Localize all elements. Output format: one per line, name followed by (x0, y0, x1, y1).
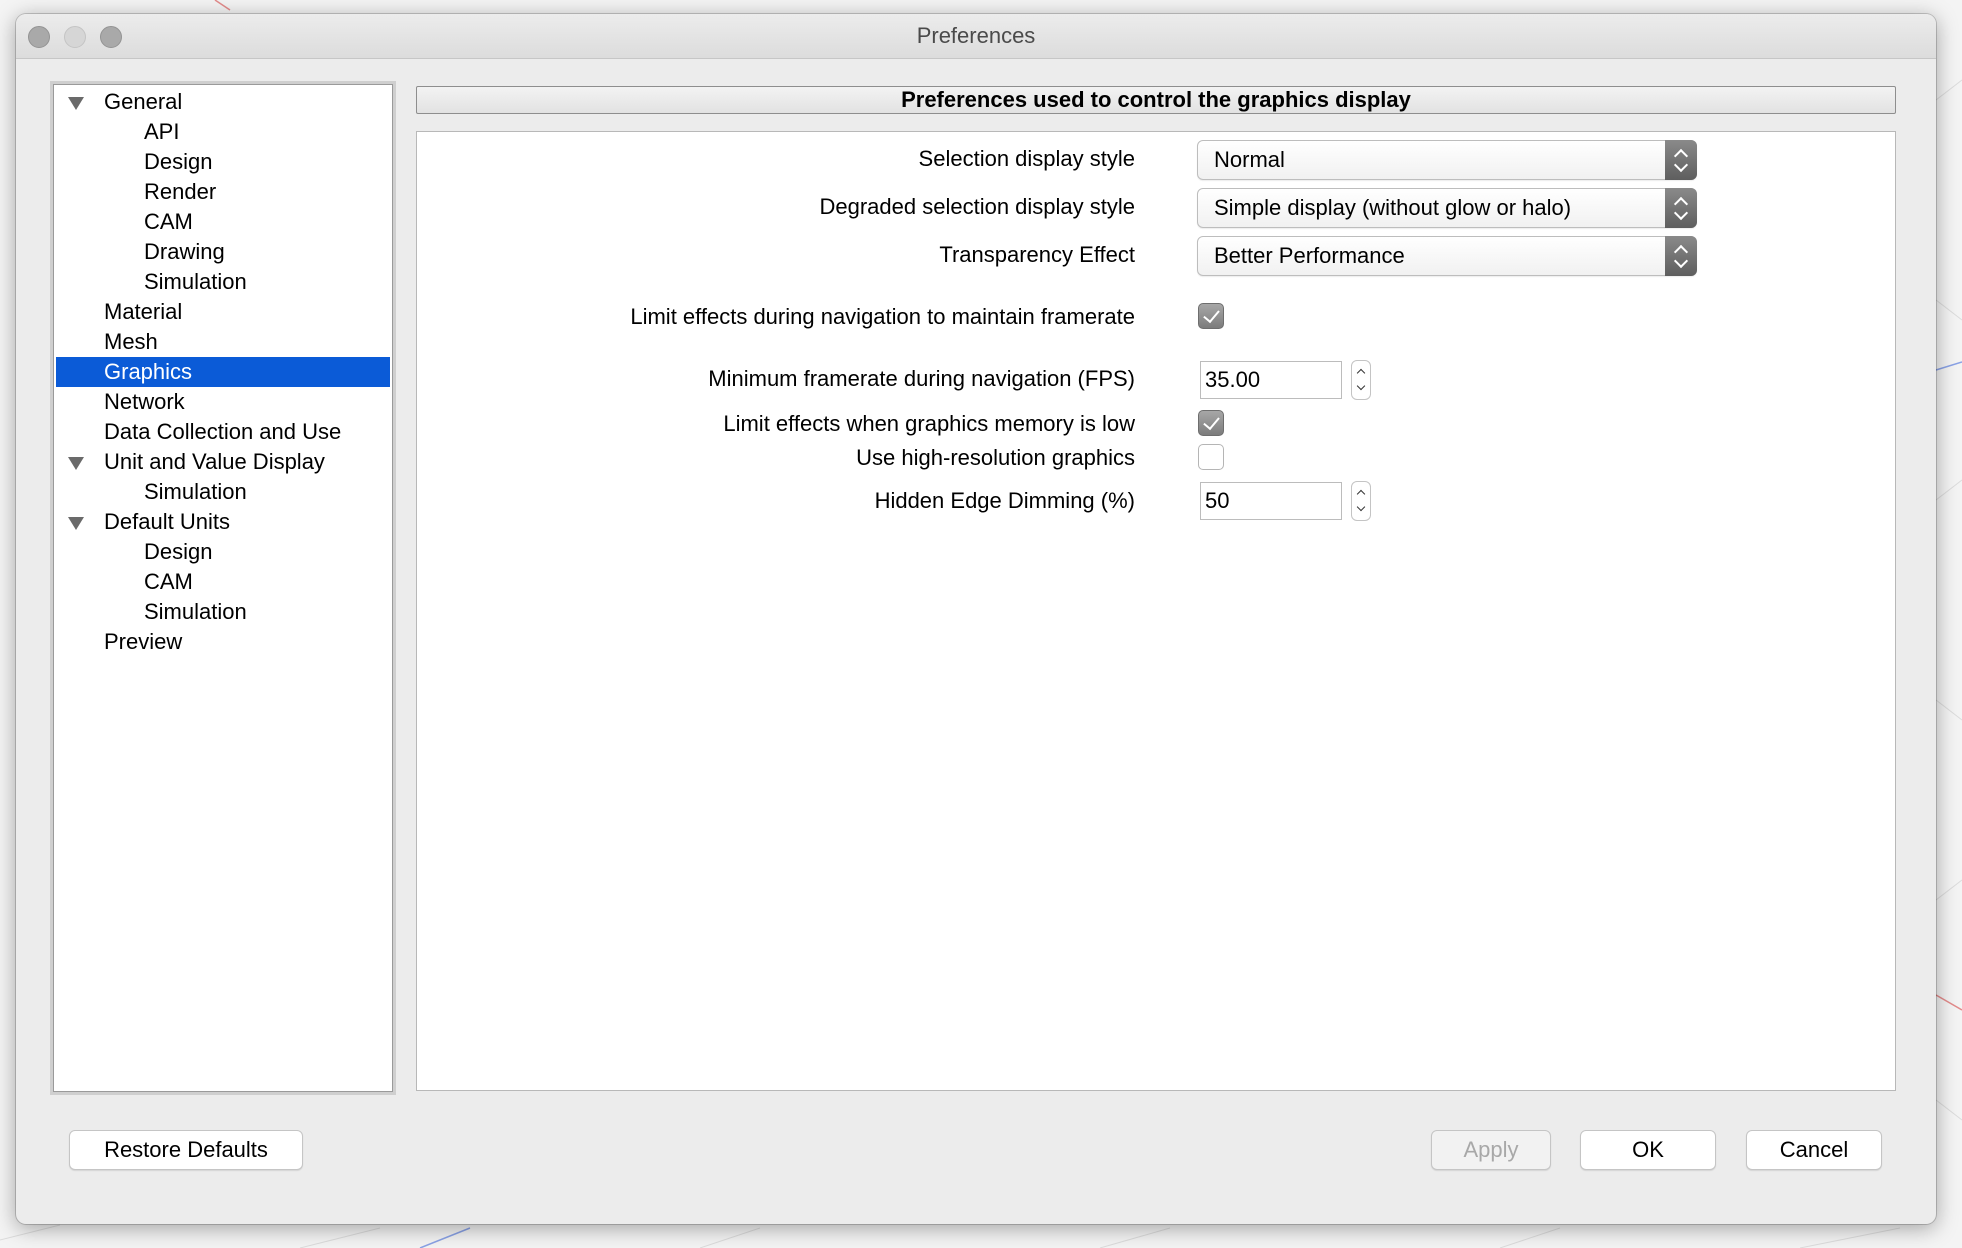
tree-item-label: Render (144, 179, 217, 204)
tree-item[interactable]: Simulation (56, 267, 390, 297)
edge-dimming-label: Hidden Edge Dimming (%) (874, 488, 1135, 513)
tree-item-label: General (104, 89, 183, 114)
disclosure-triangle-icon[interactable] (68, 457, 84, 470)
tree-item-label: Preview (104, 629, 183, 654)
tree-item[interactable]: Design (56, 147, 390, 177)
panel-header: Preferences used to control the graphics… (416, 86, 1896, 114)
min-fps-stepper[interactable] (1351, 360, 1371, 400)
min-fps-label: Minimum framerate during navigation (FPS… (708, 366, 1135, 391)
tree-item-label: Design (144, 539, 213, 564)
high-res-label: Use high-resolution graphics (856, 445, 1135, 470)
restore-defaults-button[interactable]: Restore Defaults (69, 1130, 303, 1170)
disclosure-triangle-icon[interactable] (68, 97, 84, 110)
degraded-style-value: Simple display (without glow or halo) (1214, 195, 1572, 220)
edge-dimming-input[interactable]: 50 (1200, 482, 1342, 520)
tree-item-label: Default Units (104, 509, 230, 534)
tree-item[interactable]: General (56, 87, 390, 117)
title-bar: Preferences (16, 14, 1936, 59)
select-arrows-icon (1665, 236, 1697, 276)
tree-item[interactable]: Material (56, 297, 390, 327)
tree-item[interactable]: Graphics (56, 357, 390, 387)
tree-item[interactable]: Data Collection and Use (56, 417, 390, 447)
selection-style-label: Selection display style (918, 146, 1135, 171)
edge-dimming-stepper[interactable] (1351, 481, 1371, 521)
tree-item-label: Network (104, 389, 185, 414)
tree-item-label: API (144, 119, 180, 144)
tree-item-label: Material (104, 299, 183, 324)
tree-item-label: Unit and Value Display (104, 449, 325, 474)
degraded-style-select[interactable]: Simple display (without glow or halo) (1197, 188, 1697, 228)
select-arrows-icon (1665, 140, 1697, 180)
graphics-settings-panel: Selection display style Normal Degraded … (416, 131, 1896, 1091)
tree-item-label: Drawing (144, 239, 225, 264)
tree-item[interactable]: Default Units (56, 507, 390, 537)
limit-nav-checkbox[interactable] (1198, 303, 1224, 329)
limit-memory-label: Limit effects when graphics memory is lo… (723, 411, 1135, 436)
tree-item[interactable]: Design (56, 537, 390, 567)
ok-button[interactable]: OK (1580, 1130, 1716, 1170)
cancel-button[interactable]: Cancel (1746, 1130, 1882, 1170)
min-fps-input[interactable]: 35.00 (1200, 361, 1342, 399)
limit-memory-checkbox[interactable] (1198, 410, 1224, 436)
tree-item[interactable]: CAM (56, 207, 390, 237)
tree-item-label: Simulation (144, 599, 247, 624)
window-title: Preferences (916, 23, 1036, 48)
high-res-checkbox[interactable] (1198, 444, 1224, 470)
tree-item-label: Simulation (144, 479, 247, 504)
transparency-select[interactable]: Better Performance (1197, 236, 1697, 276)
tree-item[interactable]: Preview (56, 627, 390, 657)
preferences-tree: General API Design Render CAM Drawing Simulati… (50, 81, 396, 1095)
limit-nav-label: Limit effects during navigation to maint… (630, 304, 1135, 329)
selection-style-select[interactable]: Normal (1197, 140, 1697, 180)
disclosure-triangle-icon[interactable] (68, 517, 84, 530)
tree-item-label: Design (144, 149, 213, 174)
transparency-label: Transparency Effect (939, 242, 1135, 267)
tree-item[interactable]: Unit and Value Display (56, 447, 390, 477)
tree-item[interactable]: CAM (56, 567, 390, 597)
tree-item-label: Simulation (144, 269, 247, 294)
tree-item[interactable]: Mesh (56, 327, 390, 357)
tree-item[interactable]: Network (56, 387, 390, 417)
tree-item-label: CAM (144, 209, 193, 234)
tree-item[interactable]: API (56, 117, 390, 147)
tree-item[interactable]: Drawing (56, 237, 390, 267)
degraded-style-label: Degraded selection display style (819, 194, 1135, 219)
tree-item[interactable]: Render (56, 177, 390, 207)
tree-item[interactable]: Simulation (56, 597, 390, 627)
transparency-value: Better Performance (1214, 243, 1405, 268)
selection-style-value: Normal (1214, 147, 1285, 172)
select-arrows-icon (1665, 188, 1697, 228)
tree-item[interactable]: Simulation (56, 477, 390, 507)
tree-item-label: CAM (144, 569, 193, 594)
tree-item-label: Mesh (104, 329, 158, 354)
apply-button[interactable]: Apply (1431, 1130, 1551, 1170)
tree-item-label: Graphics (104, 359, 193, 384)
preferences-window: Preferences General API Design Render CAM Dra… (16, 14, 1936, 1224)
tree-item-label: Data Collection and Use (104, 419, 342, 444)
